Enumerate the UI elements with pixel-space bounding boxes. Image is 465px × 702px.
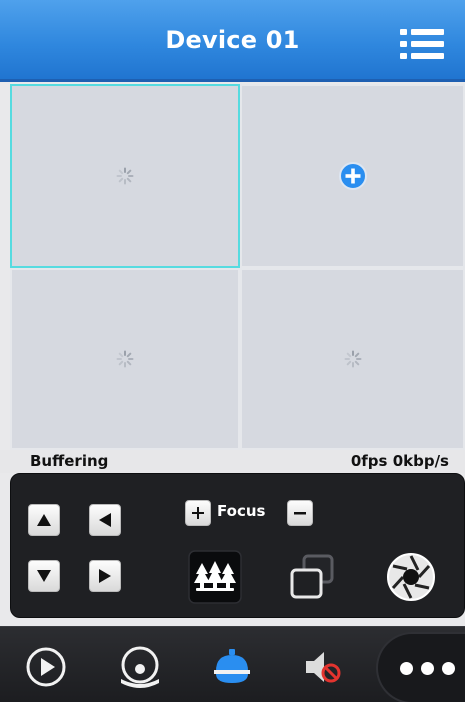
video-cell-3[interactable] xyxy=(10,268,240,450)
video-cell-2[interactable] xyxy=(240,84,465,268)
page-title: Device 01 xyxy=(165,26,300,54)
play-button[interactable] xyxy=(22,643,70,691)
minus-icon xyxy=(294,512,306,515)
pan-down-button[interactable] xyxy=(28,560,60,592)
left-arrow-icon xyxy=(99,513,111,527)
more-button[interactable] xyxy=(376,632,465,702)
focus-in-button[interactable] xyxy=(185,500,211,526)
audio-button[interactable] xyxy=(300,643,348,691)
focus-label: Focus xyxy=(217,502,266,520)
stream-rate: 0fps 0kbp/s xyxy=(350,452,449,470)
bottom-navigation xyxy=(0,626,465,702)
alarm-icon xyxy=(214,649,250,683)
device-view: Device 01 Buffering 0fps 0kbp/s Focus xyxy=(0,0,465,702)
focus-out-button[interactable] xyxy=(287,500,313,526)
alarm-button[interactable] xyxy=(208,643,256,691)
pan-right-button[interactable] xyxy=(89,560,121,592)
down-arrow-icon xyxy=(37,570,51,582)
video-cell-1[interactable] xyxy=(10,84,240,268)
play-icon xyxy=(26,647,66,687)
video-cell-4[interactable] xyxy=(240,268,465,450)
add-channel-icon[interactable] xyxy=(338,161,368,191)
audio-muted-icon xyxy=(306,652,341,683)
scene-button[interactable] xyxy=(188,550,242,604)
buffering-status: Buffering xyxy=(30,452,109,470)
ptz-camera-button[interactable] xyxy=(116,643,164,691)
ptz-control-panel: Focus xyxy=(10,473,465,618)
title-bar: Device 01 xyxy=(0,0,465,82)
iris-icon xyxy=(387,553,435,601)
spinner-icon xyxy=(344,350,362,368)
window-icon xyxy=(290,554,334,599)
plus-icon xyxy=(192,507,204,519)
iris-button[interactable] xyxy=(384,550,438,604)
pan-up-button[interactable] xyxy=(28,504,60,536)
stream-status-bar: Buffering 0fps 0kbp/s xyxy=(0,450,465,473)
more-icon xyxy=(396,661,459,675)
list-menu-icon[interactable] xyxy=(399,26,445,62)
window-button[interactable] xyxy=(285,550,339,604)
spinner-icon xyxy=(116,167,134,185)
up-arrow-icon xyxy=(37,514,51,526)
ptz-camera-icon xyxy=(121,646,159,688)
spinner-icon xyxy=(116,350,134,368)
pan-left-button[interactable] xyxy=(89,504,121,536)
right-arrow-icon xyxy=(99,569,111,583)
video-grid xyxy=(10,84,465,450)
scene-icon xyxy=(188,550,242,604)
